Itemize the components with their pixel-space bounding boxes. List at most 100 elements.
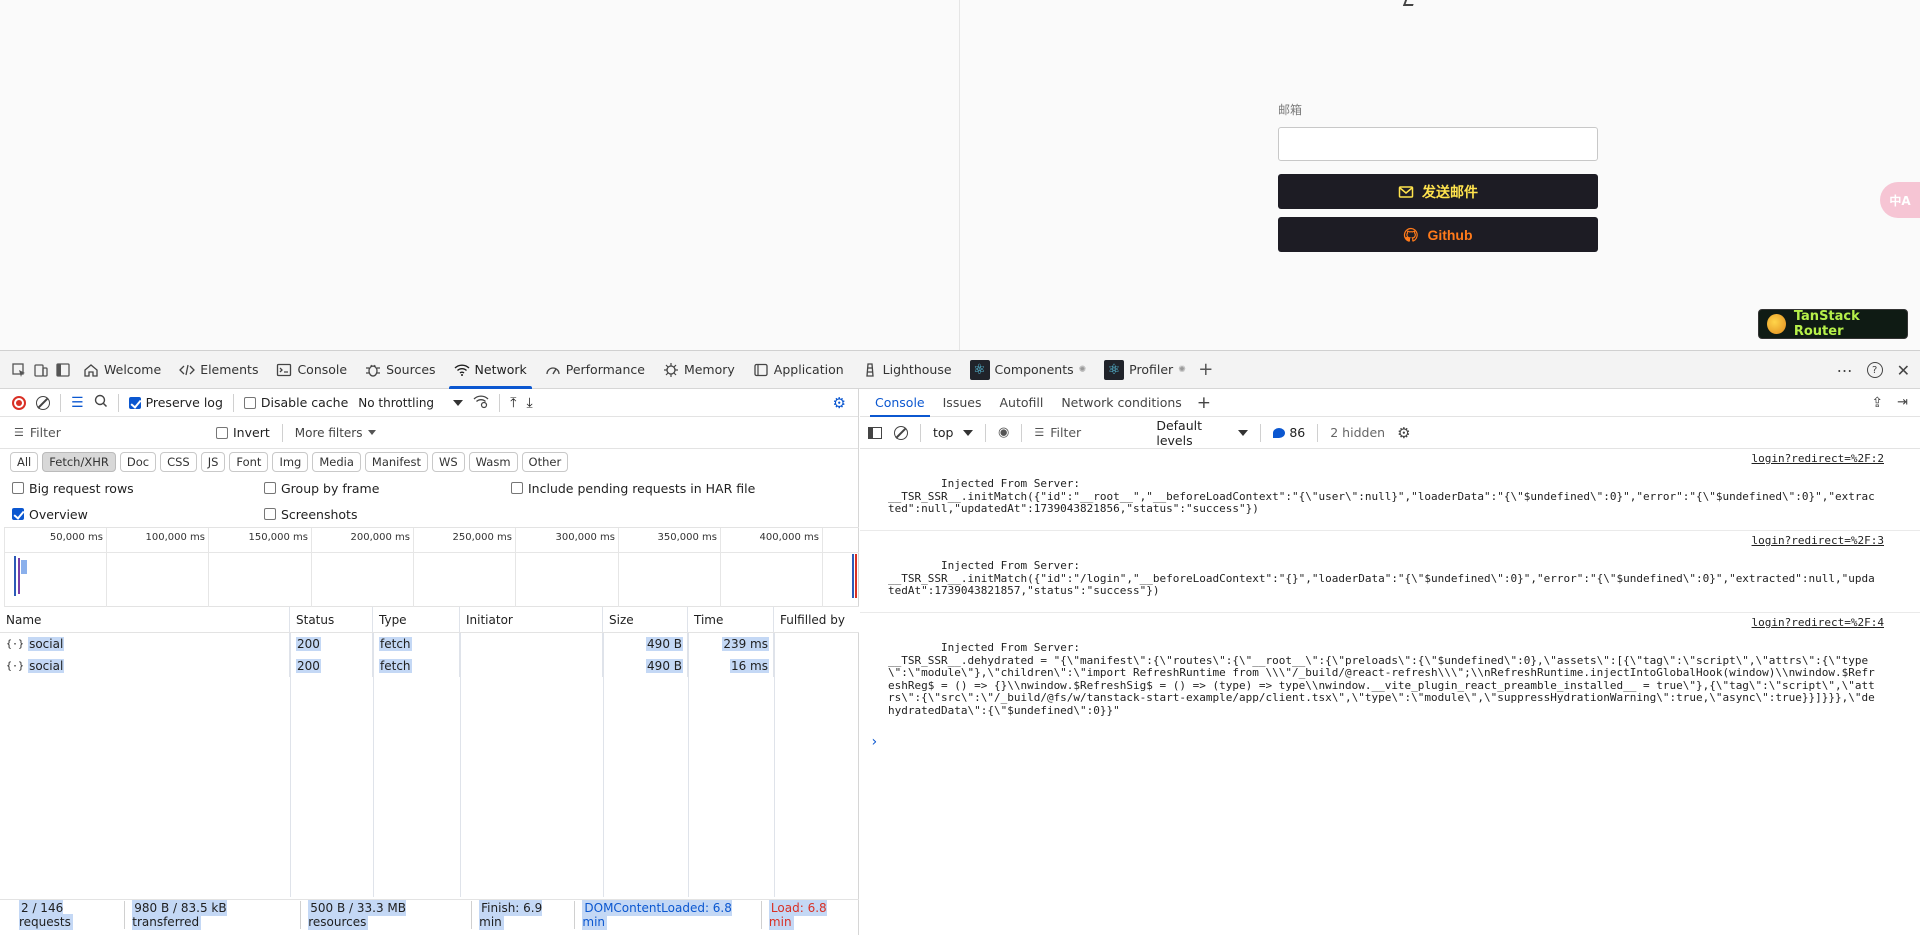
throttling-select[interactable]: No throttling bbox=[358, 396, 464, 410]
timeline-dcl-marker bbox=[852, 554, 854, 598]
type-filter-css[interactable]: CSS bbox=[160, 452, 197, 472]
type-filter-doc[interactable]: Doc bbox=[119, 452, 157, 472]
add-drawer-tab-plus-icon[interactable]: + bbox=[1197, 393, 1211, 413]
column-header-initiator[interactable]: Initiator bbox=[460, 607, 603, 632]
more-tabs-plus-icon[interactable]: + bbox=[1195, 359, 1217, 381]
tab-performance[interactable]: Performance bbox=[536, 351, 654, 389]
overview-checkbox[interactable]: Overview bbox=[12, 507, 88, 522]
column-header-name[interactable]: Name bbox=[0, 607, 290, 632]
message-count-badge[interactable]: 86 bbox=[1273, 425, 1305, 440]
type-filter-wasm[interactable]: Wasm bbox=[468, 452, 518, 472]
dock-drawer-icon[interactable]: ⇪ bbox=[1871, 395, 1883, 411]
github-button[interactable]: Github bbox=[1278, 217, 1598, 252]
console-prompt-input[interactable]: › bbox=[860, 732, 1920, 749]
email-label: 邮箱 bbox=[1278, 103, 1303, 117]
transferred-size: 980 B / 83.5 kB transferred bbox=[132, 899, 227, 930]
console-message[interactable]: login?redirect=%2F:4 Injected From Serve… bbox=[860, 613, 1920, 732]
type-filter-fetch-xhr[interactable]: Fetch/XHR bbox=[42, 452, 116, 472]
tab-label: Console bbox=[297, 362, 348, 377]
drawer-tab-autofill[interactable]: Autofill bbox=[990, 389, 1052, 417]
type-filter-other[interactable]: Other bbox=[521, 452, 569, 472]
column-header-type[interactable]: Type bbox=[373, 607, 460, 632]
preserve-log-checkbox[interactable]: Preserve log bbox=[128, 395, 223, 410]
tab-components[interactable]: ⚛ Components ✺ bbox=[961, 351, 1096, 389]
drawer-tab-issues[interactable]: Issues bbox=[934, 389, 991, 417]
table-row[interactable]: {·} social 200 fetch 490 B 239 ms bbox=[0, 633, 859, 655]
console-message[interactable]: login?redirect=%2F:2 Injected From Serve… bbox=[860, 449, 1920, 531]
more-filters-dropdown[interactable]: More filters bbox=[295, 426, 377, 440]
network-filter-input[interactable]: ☰ Filter bbox=[14, 425, 204, 440]
console-log: login?redirect=%2F:2 Injected From Serve… bbox=[860, 449, 1920, 749]
console-filter-input[interactable]: ☰ Filter bbox=[1034, 425, 1144, 440]
domcontentloaded-time: DOMContentLoaded: 6.8 min bbox=[582, 899, 732, 930]
help-icon[interactable]: ? bbox=[1866, 362, 1883, 378]
console-message[interactable]: login?redirect=%2F:3 Injected From Serve… bbox=[860, 531, 1920, 613]
dock-sidebar-icon[interactable] bbox=[52, 359, 74, 381]
type-filter-font[interactable]: Font bbox=[229, 452, 269, 472]
gauge-icon bbox=[546, 366, 560, 374]
more-options-icon[interactable]: ⋯ bbox=[1837, 361, 1853, 380]
column-header-size[interactable]: Size bbox=[603, 607, 688, 632]
big-request-rows-checkbox[interactable]: Big request rows bbox=[12, 481, 134, 496]
translate-extension-button[interactable]: 中A bbox=[1880, 182, 1920, 218]
tab-lighthouse[interactable]: Lighthouse bbox=[853, 351, 961, 389]
search-icon[interactable] bbox=[94, 394, 108, 411]
extension-gear-icon: ✺ bbox=[1178, 364, 1186, 375]
close-drawer-icon[interactable]: ⇥ bbox=[1897, 395, 1908, 410]
extension-gear-icon: ✺ bbox=[1078, 364, 1087, 375]
tab-network[interactable]: Network bbox=[445, 351, 536, 389]
filter-icon: ☰ bbox=[14, 426, 24, 439]
record-icon[interactable] bbox=[12, 395, 26, 410]
import-har-icon[interactable]: ⤒ bbox=[510, 395, 516, 411]
invert-checkbox[interactable]: Invert bbox=[216, 425, 270, 440]
timeline-tick: 250,000 ms bbox=[453, 528, 516, 608]
table-row[interactable]: {·} social 200 fetch 490 B 16 ms bbox=[0, 655, 859, 677]
network-settings-icon[interactable]: ⚙ bbox=[833, 394, 846, 412]
group-by-frame-checkbox[interactable]: Group by frame bbox=[264, 481, 379, 496]
type-filter-media[interactable]: Media bbox=[312, 452, 361, 472]
column-header-time[interactable]: Time bbox=[688, 607, 774, 632]
network-conditions-icon[interactable] bbox=[473, 393, 489, 412]
tab-application[interactable]: Application bbox=[744, 351, 853, 389]
disable-cache-checkbox[interactable]: Disable cache bbox=[243, 395, 348, 410]
console-icon bbox=[277, 363, 292, 376]
network-overview-timeline[interactable]: 50,000 ms 100,000 ms 150,000 ms 200,000 … bbox=[4, 527, 859, 608]
console-source-link[interactable]: login?redirect=%2F:2 bbox=[1752, 452, 1884, 466]
filter-toggle-icon[interactable]: ☰ bbox=[71, 395, 84, 411]
log-levels-select[interactable]: Default levels bbox=[1156, 418, 1249, 448]
console-source-link[interactable]: login?redirect=%2F:3 bbox=[1752, 534, 1884, 548]
tab-memory[interactable]: Memory bbox=[654, 351, 744, 389]
clear-console-icon[interactable] bbox=[894, 425, 908, 440]
type-filter-js[interactable]: JS bbox=[200, 452, 226, 472]
inspect-element-icon[interactable] bbox=[8, 359, 30, 381]
tab-sources[interactable]: Sources bbox=[356, 351, 444, 389]
send-email-button[interactable]: 发送邮件 bbox=[1278, 174, 1598, 209]
tab-label: Application bbox=[773, 362, 844, 377]
export-har-icon[interactable]: ⤓ bbox=[526, 395, 532, 411]
console-sidebar-icon[interactable] bbox=[868, 426, 882, 439]
tab-elements[interactable]: Elements bbox=[170, 351, 267, 389]
type-filter-manifest[interactable]: Manifest bbox=[364, 452, 428, 472]
clear-icon[interactable] bbox=[36, 395, 50, 410]
email-input[interactable] bbox=[1278, 127, 1598, 161]
include-pending-har-checkbox[interactable]: Include pending requests in HAR file bbox=[511, 481, 755, 496]
type-filter-img[interactable]: Img bbox=[272, 452, 309, 472]
column-header-fulfilled-by[interactable]: Fulfilled by bbox=[774, 607, 859, 632]
live-expression-eye-icon[interactable]: ◉ bbox=[998, 425, 1009, 440]
context-select[interactable]: top bbox=[933, 425, 973, 440]
drawer-tab-console[interactable]: Console bbox=[866, 389, 934, 417]
tab-console[interactable]: Console bbox=[267, 351, 356, 389]
column-header-status[interactable]: Status bbox=[290, 607, 373, 632]
screenshots-checkbox[interactable]: Screenshots bbox=[264, 507, 357, 522]
console-settings-icon[interactable]: ⚙ bbox=[1397, 424, 1410, 442]
drawer-tab-network-conditions[interactable]: Network conditions bbox=[1052, 389, 1190, 417]
tanstack-router-devtools-button[interactable]: TanStack Router bbox=[1758, 309, 1908, 339]
tab-welcome[interactable]: Welcome bbox=[74, 351, 170, 389]
tab-label: Sources bbox=[386, 362, 436, 377]
type-filter-all[interactable]: All bbox=[10, 452, 39, 472]
type-filter-ws[interactable]: WS bbox=[431, 452, 465, 472]
device-toolbar-icon[interactable] bbox=[30, 359, 52, 381]
close-devtools-icon[interactable]: ✕ bbox=[1897, 361, 1910, 380]
tab-profiler[interactable]: ⚛ Profiler ✺ bbox=[1095, 351, 1195, 389]
console-source-link[interactable]: login?redirect=%2F:4 bbox=[1752, 616, 1884, 630]
